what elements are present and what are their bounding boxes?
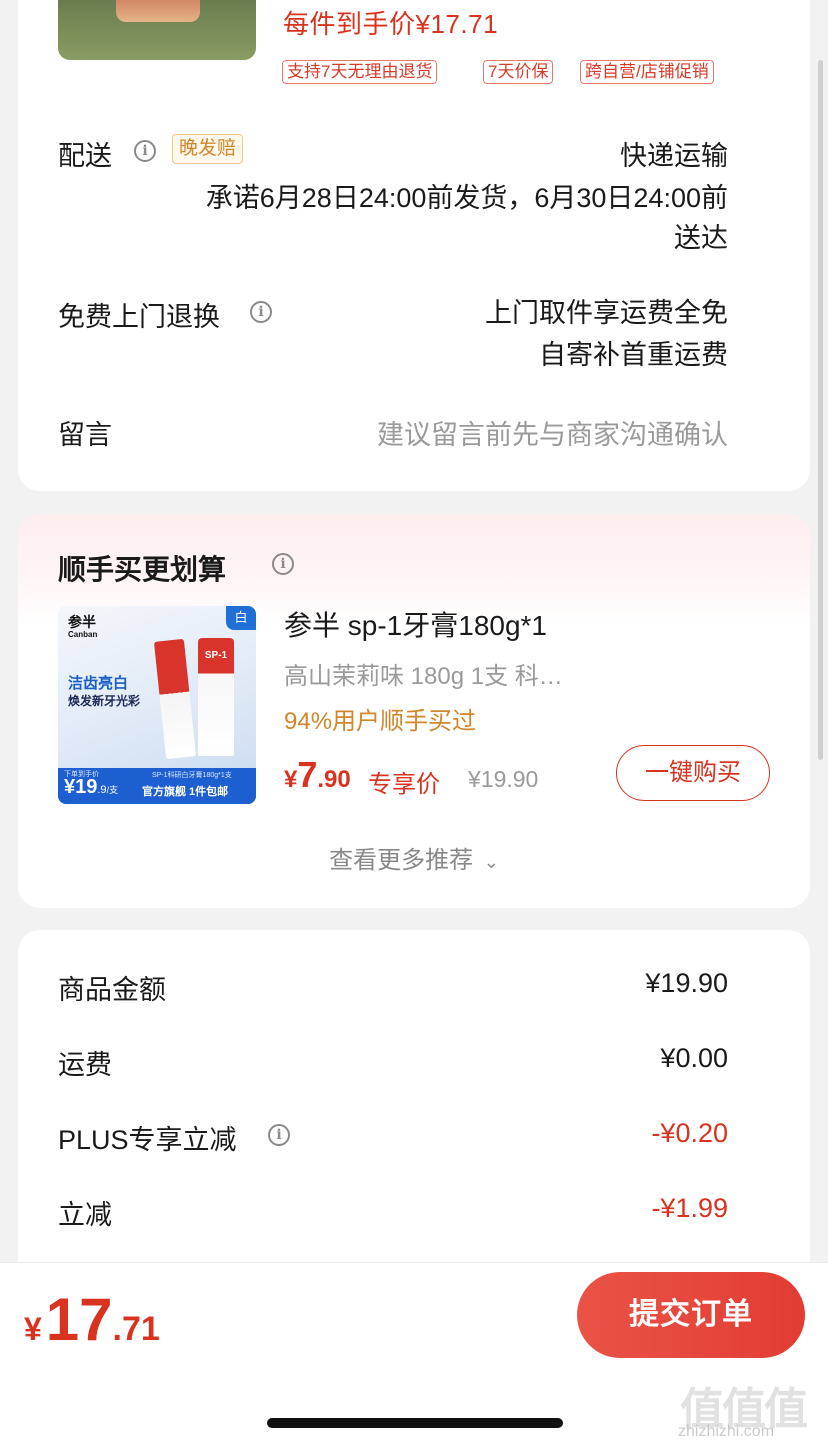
delivery-method[interactable]: 快递运输 <box>620 134 728 173</box>
unit-price-line: 每件到手价¥17.71 <box>283 9 499 39</box>
product-thumbnail[interactable] <box>58 0 256 60</box>
tag-price-protect: 7天价保 <box>483 60 554 84</box>
image-brand-en: Canban <box>68 630 98 639</box>
image-price-bar: 下单到手价 ¥19.9/支 SP-1科研白牙膏180g*1支 官方旗舰 1件包邮 <box>58 768 256 804</box>
addon-price-label: 专享价 <box>368 771 440 798</box>
addon-price-int: 7 <box>297 754 318 795</box>
addon-card: 顺手买更划算 i 参半 Canban 白 洁齿亮白 焕发新牙光彩 SP-1 下单… <box>18 514 810 908</box>
image-spec-caption: SP-1科研白牙膏180g*1支 <box>152 772 232 779</box>
summary-row-plus-label: PLUS专享立减 <box>58 1125 237 1155</box>
product-image-packaging <box>116 0 200 22</box>
chevron-down-icon: ⌄ <box>483 852 499 872</box>
tube-label: SP-1 <box>204 650 228 661</box>
toothpaste-tube: SP-1 <box>198 638 234 756</box>
free-return-info-icon[interactable]: i <box>250 301 272 323</box>
late-compensation-badge: 晚发赔 <box>172 134 244 164</box>
image-footer: 官方旗舰 1件包邮 <box>142 786 229 798</box>
addon-product-image[interactable]: 参半 Canban 白 洁齿亮白 焕发新牙光彩 SP-1 下单到手价 ¥19.9… <box>58 606 256 804</box>
summary-row-shipping-value: ¥0.00 <box>660 1043 728 1073</box>
summary-row-discount-value: -¥1.99 <box>651 1193 728 1223</box>
addon-title: 顺手买更划算 <box>58 554 227 585</box>
watermark-text: zhizhizhi.com <box>678 1423 775 1440</box>
free-return-line2: 自寄补首重运费 <box>539 340 728 370</box>
summary-row-plus-value: -¥0.20 <box>651 1118 728 1148</box>
image-slogan-1: 洁齿亮白 <box>68 675 129 692</box>
order-info-card: 每件到手价¥17.71 支持7天无理由退货 7天价保 跨自营/店铺促销 配送 i… <box>18 0 810 491</box>
addon-product-spec[interactable]: 高山茉莉味 180g 1支 科… <box>284 656 563 691</box>
image-price-unit: /支 <box>106 785 119 795</box>
image-corner-badge: 白 <box>226 606 256 630</box>
addon-original-price: ¥19.90 <box>468 766 539 792</box>
more-recommendations-link[interactable]: 查看更多推荐 ⌄ <box>18 840 810 875</box>
delivery-label: 配送 <box>58 141 112 171</box>
addon-product-name[interactable]: 参半 sp-1牙膏180g*1 <box>284 604 547 644</box>
delivery-promise-line1: 承诺6月28日24:00前发货，6月30日24:00前 <box>205 183 728 213</box>
image-price: ¥19.9/支 <box>64 776 118 799</box>
free-return-label: 免费上门退换 <box>58 302 220 332</box>
message-label: 留言 <box>58 420 112 450</box>
free-return-line1: 上门取件享运费全免 <box>485 298 728 328</box>
addon-info-icon[interactable]: i <box>272 553 294 575</box>
summary-row-goods-label: 商品金额 <box>58 975 166 1005</box>
delivery-info-icon[interactable]: i <box>134 140 156 162</box>
summary-row-discount-label: 立减 <box>58 1200 112 1230</box>
summary-row-goods-value: ¥19.90 <box>645 968 728 998</box>
tag-7day-return: 支持7天无理由退货 <box>282 60 438 84</box>
message-input[interactable]: 建议留言前先与商家沟通确认 <box>377 413 728 452</box>
bottom-checkout-bar: ¥17.71 提交订单 值值值 zhizhizhi.com <box>0 1262 828 1448</box>
addon-price-dec: .90 <box>317 766 351 793</box>
addon-buy-stat: 94%用户顺手买过 <box>284 708 477 735</box>
more-recommendations-label: 查看更多推荐 <box>329 847 474 874</box>
image-slogan-2: 焕发新牙光彩 <box>68 694 141 708</box>
submit-order-button[interactable]: 提交订单 <box>577 1272 805 1358</box>
addon-price-currency: ¥ <box>284 766 298 793</box>
one-click-buy-button[interactable]: 一键购买 <box>616 745 770 801</box>
delivery-promise-line2: 送达 <box>674 223 728 253</box>
home-indicator <box>267 1418 563 1428</box>
addon-price: ¥7.90 <box>284 754 351 796</box>
summary-row-shipping-label: 运费 <box>58 1050 112 1080</box>
scrollbar[interactable] <box>818 60 823 760</box>
image-brand-cn: 参半 <box>68 614 96 630</box>
total-currency: ¥ <box>24 1311 42 1347</box>
toothpaste-box <box>153 638 197 760</box>
image-price-main: ¥19 <box>64 776 98 798</box>
plus-discount-info-icon[interactable]: i <box>268 1124 290 1146</box>
image-price-decimal: .9 <box>97 784 107 796</box>
total-dec: .71 <box>112 1310 160 1348</box>
tag-promo: 跨自营/店铺促销 <box>580 60 714 84</box>
total-price: ¥17.71 <box>24 1285 160 1354</box>
price-summary-card: 商品金额 ¥19.90 运费 ¥0.00 PLUS专享立减 i -¥0.20 立… <box>18 930 810 1290</box>
total-int: 17 <box>45 1286 113 1353</box>
